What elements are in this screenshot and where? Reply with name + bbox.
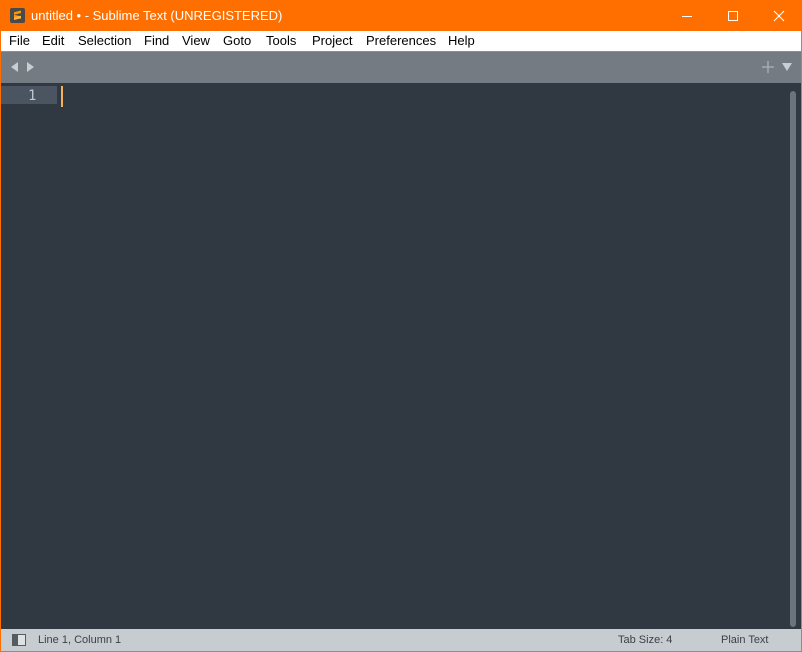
plus-icon[interactable] (762, 61, 774, 73)
sublime-window: untitled • - Sublime Text (UNREGISTERED)… (0, 0, 802, 652)
maximize-icon (728, 11, 738, 21)
status-bar: Line 1, Column 1 Tab Size: 4 Plain Text (1, 629, 801, 651)
sidebar-pane-icon (13, 635, 18, 645)
menu-selection[interactable]: Selection (78, 33, 131, 49)
sublime-logo-icon (10, 8, 25, 23)
minimize-button[interactable] (664, 1, 710, 31)
menu-help[interactable]: Help (448, 33, 475, 49)
close-button[interactable] (756, 1, 801, 31)
menu-project[interactable]: Project (312, 33, 352, 49)
menu-tools[interactable]: Tools (266, 33, 296, 49)
menu-edit[interactable]: Edit (42, 33, 64, 49)
close-icon (773, 10, 785, 22)
minimize-icon (682, 16, 692, 17)
tab-size-indicator[interactable]: Tab Size: 4 (618, 633, 672, 647)
cursor-position: Line 1, Column 1 (38, 634, 122, 646)
text-caret (61, 86, 63, 107)
maximize-button[interactable] (710, 1, 756, 31)
chevron-right-icon[interactable] (26, 62, 34, 72)
menu-goto[interactable]: Goto (223, 33, 251, 49)
syntax-indicator[interactable]: Plain Text (721, 633, 769, 647)
menu-preferences[interactable]: Preferences (366, 33, 436, 49)
window-title: untitled • - Sublime Text (UNREGISTERED) (31, 8, 283, 23)
tab-strip (1, 51, 801, 83)
menu-view[interactable]: View (182, 33, 210, 49)
editor-area[interactable]: 1 (1, 83, 801, 629)
line-number: 1 (28, 88, 37, 104)
scrollbar-thumb[interactable] (790, 91, 796, 627)
vertical-scrollbar[interactable] (788, 87, 798, 627)
sidebar-toggle-icon[interactable] (12, 634, 26, 646)
menu-bar: File Edit Selection Find View Goto Tools… (1, 31, 801, 51)
title-bar[interactable]: untitled • - Sublime Text (UNREGISTERED) (1, 1, 801, 31)
menu-file[interactable]: File (9, 33, 30, 49)
menu-find[interactable]: Find (144, 33, 169, 49)
triangle-down-icon[interactable] (782, 63, 792, 71)
chevron-left-icon[interactable] (11, 62, 19, 72)
